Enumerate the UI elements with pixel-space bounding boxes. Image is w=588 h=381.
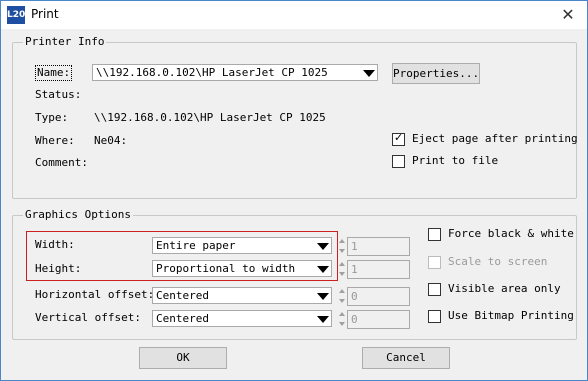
horizontal-offset-label: Horizontal offset:	[35, 288, 155, 301]
height-number: 1	[351, 263, 358, 276]
width-label: Width:	[35, 238, 75, 251]
vertical-offset-number: 0	[351, 313, 358, 326]
window-title: Print	[31, 7, 59, 21]
spin-up-icon	[339, 312, 345, 316]
width-number: 1	[351, 240, 358, 253]
spin-up-icon	[339, 262, 345, 266]
visible-area-only-checkbox[interactable]	[428, 283, 441, 296]
print-dialog: L20 Print ✕ Printer Info Name: \\192.168…	[0, 0, 588, 381]
chevron-down-icon	[317, 243, 329, 250]
horizontal-offset-number: 0	[351, 290, 358, 303]
spin-down-icon	[339, 249, 345, 253]
width-select[interactable]: Entire paper	[152, 237, 332, 254]
vertical-offset-label: Vertical offset:	[35, 311, 141, 324]
vertical-offset-value: Centered	[156, 312, 209, 325]
force-bw-label[interactable]: Force black & white	[448, 227, 574, 241]
graphics-options-legend: Graphics Options	[23, 208, 133, 222]
properties-button[interactable]: Properties...	[392, 63, 480, 84]
horizontal-offset-number-field: 0	[347, 287, 410, 306]
horizontal-offset-spinner[interactable]	[339, 288, 347, 305]
printer-name-select[interactable]: \\192.168.0.102\HP LaserJet CP 1025	[92, 64, 378, 81]
height-value: Proportional to width	[156, 262, 296, 275]
width-number-field: 1	[347, 237, 410, 256]
name-label: Name:	[35, 65, 73, 81]
printer-name-value: \\192.168.0.102\HP LaserJet CP 1025	[96, 66, 328, 79]
print-to-file-checkbox[interactable]	[392, 155, 405, 168]
vertical-offset-number-field: 0	[347, 310, 410, 329]
status-label: Status:	[35, 88, 82, 101]
type-label: Type:	[35, 111, 69, 124]
app-icon: L20	[7, 6, 25, 24]
close-icon[interactable]: ✕	[557, 4, 579, 26]
title-bar: L20 Print ✕	[1, 1, 587, 29]
visible-area-only-label[interactable]: Visible area only	[448, 282, 561, 296]
chevron-down-icon	[363, 70, 375, 77]
horizontal-offset-value: Centered	[156, 289, 209, 302]
ok-button[interactable]: OK	[139, 347, 227, 369]
printer-info-legend: Printer Info	[23, 35, 107, 49]
eject-page-label[interactable]: Eject page after printing	[412, 132, 578, 146]
where-value: Ne04:	[94, 134, 128, 147]
height-spinner[interactable]	[339, 261, 347, 278]
checkmark-icon: ✓	[394, 131, 404, 144]
scale-to-screen-checkbox	[428, 256, 441, 269]
height-number-field: 1	[347, 260, 410, 279]
comment-label: Comment:	[35, 156, 88, 169]
print-to-file-label[interactable]: Print to file	[412, 154, 498, 168]
eject-page-checkbox[interactable]: ✓	[392, 131, 405, 146]
height-label: Height:	[35, 262, 82, 275]
chevron-down-icon	[317, 266, 329, 273]
spin-down-icon	[339, 322, 345, 326]
use-bitmap-label[interactable]: Use Bitmap Printing	[448, 309, 574, 323]
spin-down-icon	[339, 272, 345, 276]
chevron-down-icon	[317, 316, 329, 323]
width-value: Entire paper	[156, 239, 236, 252]
force-bw-checkbox[interactable]	[428, 228, 441, 241]
vertical-offset-select[interactable]: Centered	[152, 310, 332, 327]
where-label: Where:	[35, 134, 75, 147]
spin-up-icon	[339, 289, 345, 293]
use-bitmap-checkbox[interactable]	[428, 310, 441, 323]
type-value: \\192.168.0.102\HP LaserJet CP 1025	[94, 111, 326, 124]
width-spinner[interactable]	[339, 238, 347, 255]
height-select[interactable]: Proportional to width	[152, 260, 332, 277]
cancel-button[interactable]: Cancel	[362, 347, 450, 369]
scale-to-screen-label: Scale to screen	[448, 255, 548, 268]
spin-down-icon	[339, 299, 345, 303]
spin-up-icon	[339, 239, 345, 243]
chevron-down-icon	[317, 293, 329, 300]
vertical-offset-spinner[interactable]	[339, 311, 347, 328]
horizontal-offset-select[interactable]: Centered	[152, 287, 332, 304]
